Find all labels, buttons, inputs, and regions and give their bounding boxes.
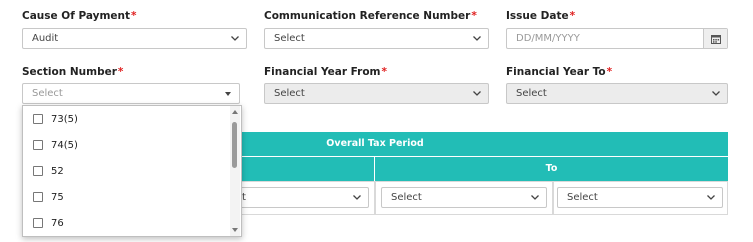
checkbox[interactable]	[33, 166, 43, 176]
to-year-value: Select	[567, 192, 598, 203]
checkbox[interactable]	[33, 192, 43, 202]
checkbox[interactable]	[33, 140, 43, 150]
chevron-down-icon	[472, 84, 482, 103]
section-number-select[interactable]: Select	[22, 83, 240, 104]
chevron-down-icon	[711, 84, 721, 103]
from-year-select[interactable]: t	[232, 187, 369, 208]
chevron-down-icon	[230, 29, 240, 48]
communication-reference-value: Select	[274, 33, 305, 44]
cause-of-payment-value: Audit	[32, 33, 59, 44]
caret-down-icon	[223, 84, 233, 103]
financial-year-to-value: Select	[516, 88, 547, 99]
financial-year-from-select[interactable]: Select	[264, 83, 489, 104]
communication-reference-label: Communication Reference Number*	[264, 10, 477, 22]
issue-date-label: Issue Date*	[506, 10, 576, 22]
section-number-dropdown: 73(5) 74(5) 52 75 76	[22, 105, 242, 237]
scrollbar-thumb[interactable]	[232, 122, 237, 168]
financial-year-from-value: Select	[274, 88, 305, 99]
checkbox[interactable]	[33, 114, 43, 124]
dropdown-scrollbar[interactable]	[230, 106, 240, 236]
cause-of-payment-label: Cause Of Payment*	[22, 10, 137, 22]
chevron-down-icon	[472, 29, 482, 48]
calendar-icon[interactable]	[703, 29, 727, 48]
financial-year-to-select[interactable]: Select	[506, 83, 728, 104]
issue-date-placeholder: DD/MM/YYYY	[516, 33, 580, 44]
section-option-73-5[interactable]: 73(5)	[33, 112, 78, 126]
section-option-76[interactable]: 76	[33, 216, 64, 230]
chevron-down-icon	[530, 188, 540, 207]
from-year-value: t	[242, 192, 246, 203]
section-option-74-5[interactable]: 74(5)	[33, 138, 78, 152]
to-year-select[interactable]: Select	[557, 187, 723, 208]
section-number-label: Section Number*	[22, 66, 124, 78]
communication-reference-select[interactable]: Select	[264, 28, 489, 49]
to-month-select[interactable]: Select	[381, 187, 547, 208]
chevron-down-icon	[352, 188, 362, 207]
checkbox[interactable]	[33, 218, 43, 228]
section-option-label: 74(5)	[51, 139, 78, 151]
section-option-label: 52	[51, 165, 64, 177]
to-month-value: Select	[391, 192, 422, 203]
section-option-52[interactable]: 52	[33, 164, 64, 178]
scroll-down-arrow-icon[interactable]	[230, 226, 240, 234]
section-option-label: 75	[51, 191, 64, 203]
issue-date-input[interactable]: DD/MM/YYYY	[506, 28, 728, 49]
cause-of-payment-select[interactable]: Audit	[22, 28, 247, 49]
section-option-label: 76	[51, 217, 64, 229]
financial-year-to-label: Financial Year To*	[506, 66, 613, 78]
tax-period-to-header: To	[375, 157, 728, 181]
financial-year-from-label: Financial Year From*	[264, 66, 387, 78]
section-number-value: Select	[32, 88, 63, 99]
section-option-75[interactable]: 75	[33, 190, 64, 204]
section-option-label: 73(5)	[51, 113, 78, 125]
scroll-up-arrow-icon[interactable]	[230, 108, 240, 116]
chevron-down-icon	[706, 188, 716, 207]
